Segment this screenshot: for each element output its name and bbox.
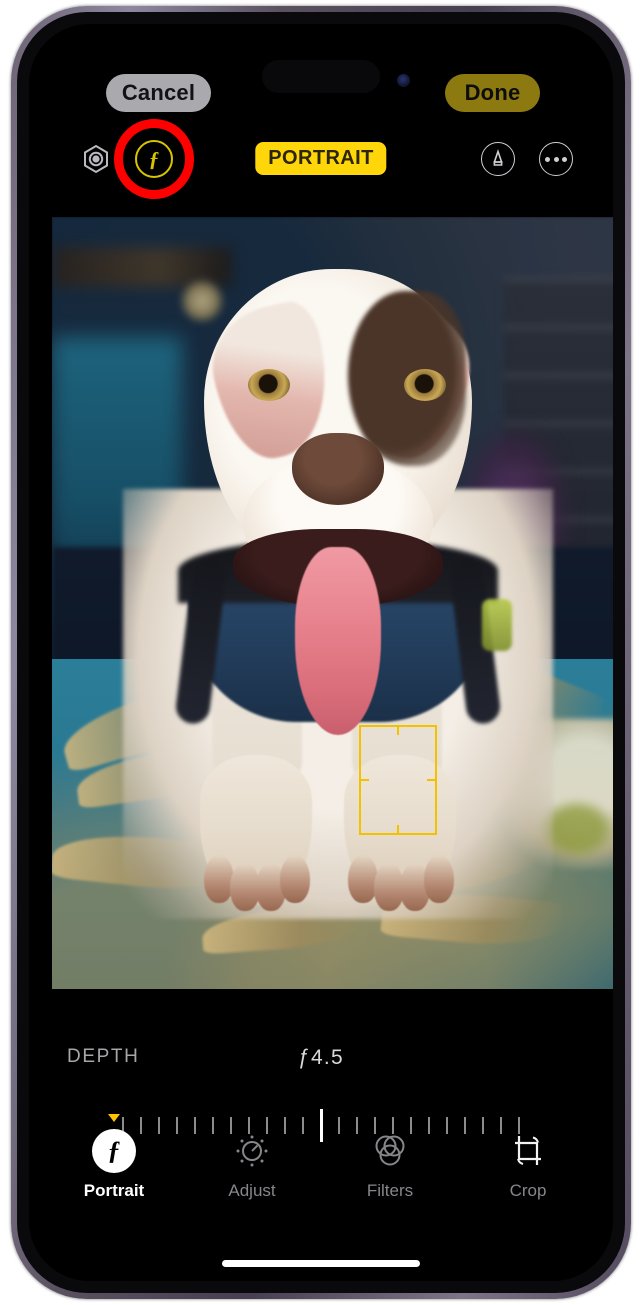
- phone-screen: Cancel Done ƒ PORTRAIT DEPTH ƒ4.5 ƒ Port…: [29, 24, 613, 1281]
- top-action-bar: Cancel Done: [29, 74, 613, 118]
- tab-portrait-label: Portrait: [83, 1181, 145, 1200]
- portrait-mode-badge[interactable]: PORTRAIT: [255, 142, 387, 175]
- live-photo-hexagon-icon: [84, 144, 108, 174]
- photo-image: [52, 217, 613, 989]
- tab-crop[interactable]: Crop: [485, 1128, 571, 1201]
- depth-value: ƒ4.5: [298, 1046, 344, 1069]
- more-options-button[interactable]: [539, 142, 573, 176]
- tab-filters[interactable]: Filters: [347, 1128, 433, 1201]
- cancel-button[interactable]: Cancel: [106, 74, 211, 112]
- depth-label: DEPTH: [67, 1046, 140, 1067]
- tab-crop-label: Crop: [509, 1181, 547, 1200]
- tab-adjust[interactable]: Adjust: [209, 1128, 295, 1201]
- depth-readout: DEPTH ƒ4.5: [29, 1046, 613, 1072]
- active-tab-caret-icon: [108, 1114, 120, 1122]
- editor-tab-bar: ƒ Portrait Adjust Filters Crop: [29, 1114, 613, 1224]
- tab-portrait[interactable]: ƒ Portrait: [71, 1114, 157, 1201]
- markup-button[interactable]: [481, 142, 515, 176]
- home-indicator[interactable]: [222, 1260, 420, 1267]
- aperture-f-button[interactable]: ƒ: [135, 140, 173, 178]
- photo-preview[interactable]: [52, 217, 613, 989]
- adjust-dial-icon: [236, 1135, 268, 1167]
- subject-focus-rectangle[interactable]: [359, 725, 437, 835]
- device-bezel: Cancel Done ƒ PORTRAIT DEPTH ƒ4.5 ƒ Port…: [17, 12, 625, 1293]
- device-frame: Cancel Done ƒ PORTRAIT DEPTH ƒ4.5 ƒ Port…: [11, 6, 631, 1299]
- portrait-f-icon: ƒ: [91, 1128, 137, 1174]
- tab-filters-label: Filters: [366, 1181, 414, 1200]
- live-photo-button[interactable]: [77, 140, 115, 178]
- tab-adjust-label: Adjust: [228, 1181, 276, 1200]
- editor-tool-bar: ƒ PORTRAIT: [29, 119, 613, 199]
- filters-circles-icon: [375, 1135, 405, 1166]
- more-ellipsis-icon: [545, 156, 567, 162]
- crop-rotate-icon: [515, 1136, 541, 1165]
- markup-pen-icon: [493, 149, 503, 166]
- done-button[interactable]: Done: [445, 74, 540, 112]
